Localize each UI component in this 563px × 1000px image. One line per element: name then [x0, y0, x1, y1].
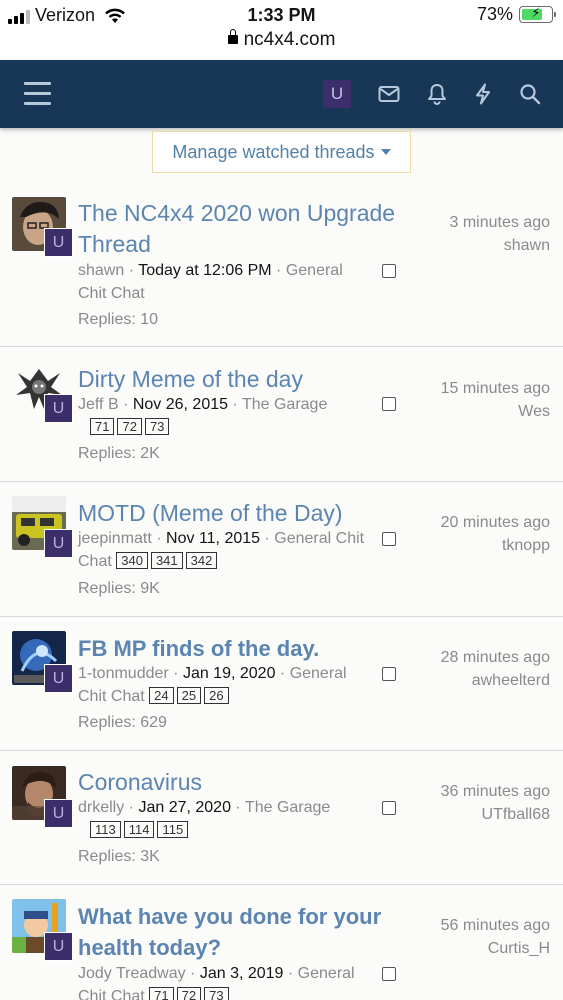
thread-replies: Replies: 629: [78, 714, 167, 731]
thread-row[interactable]: U Dirty Meme of the day Jeff B · Nov 26,…: [0, 347, 563, 482]
thread-replies: Replies: 9K: [78, 580, 160, 597]
thread-date[interactable]: Nov 26, 2015: [133, 396, 228, 413]
battery-icon: ⚡: [519, 5, 556, 23]
last-post-user[interactable]: shawn: [504, 237, 550, 255]
page-link[interactable]: 340: [116, 551, 148, 569]
thread-author[interactable]: 1-tonmudder: [78, 665, 169, 682]
thread-select-checkbox[interactable]: [382, 264, 396, 278]
thread-meta: Jeff B · Nov 26, 2015 · The Garage 71 72 7…: [78, 396, 328, 435]
last-post-user[interactable]: awheelterd: [472, 672, 550, 690]
battery-info: 73% ⚡: [476, 4, 556, 25]
site-navbar: U: [0, 60, 563, 128]
manage-watched-threads-button[interactable]: Manage watched threads: [152, 131, 411, 173]
thread-replies: Replies: 10: [78, 311, 159, 328]
last-post-user[interactable]: UTfball68: [482, 806, 550, 824]
page-link[interactable]: 113: [90, 820, 121, 838]
last-post-time[interactable]: 36 minutes ago: [441, 783, 550, 801]
thread-author[interactable]: jeepinmatt: [78, 530, 152, 547]
search-icon[interactable]: [519, 83, 541, 105]
bell-icon[interactable]: [427, 83, 447, 105]
thread-select-checkbox[interactable]: [382, 532, 396, 546]
thread-title[interactable]: Coronavirus: [78, 767, 408, 798]
caret-down-icon: [380, 149, 391, 155]
charging-icon: ⚡: [531, 5, 541, 20]
url-text: nc4x4.com: [243, 29, 336, 50]
participant-avatar[interactable]: U: [44, 529, 73, 558]
battery-percent: 73%: [476, 4, 513, 24]
status-bar: Verizon 1:33 PM nc4x4.com 73% ⚡: [0, 0, 563, 60]
last-post-time[interactable]: 3 minutes ago: [449, 214, 550, 232]
last-post-time[interactable]: 28 minutes ago: [441, 649, 550, 667]
participant-avatar[interactable]: U: [44, 932, 73, 961]
menu-icon[interactable]: [24, 82, 51, 106]
thread-author[interactable]: drkelly: [78, 799, 124, 816]
page-link[interactable]: 71: [90, 417, 115, 435]
page-link[interactable]: 341: [150, 551, 183, 569]
thread-title[interactable]: The NC4x4 2020 won Upgrade Thread: [78, 198, 408, 260]
thread-select-checkbox[interactable]: [382, 801, 396, 815]
page-link[interactable]: 25: [176, 686, 202, 704]
page-link[interactable]: 73: [144, 417, 170, 435]
last-post-user[interactable]: tknopp: [502, 537, 550, 555]
thread-meta: drkelly · Jan 27, 2020 · The Garage 113 1…: [78, 799, 331, 838]
page-link[interactable]: 71: [149, 986, 174, 1000]
last-post-time[interactable]: 15 minutes ago: [441, 380, 550, 398]
thread-row[interactable]: U Coronavirus drkelly · Jan 27, 2020 · T…: [0, 751, 563, 885]
thread-select-checkbox[interactable]: [382, 667, 396, 681]
thread-row[interactable]: U The NC4x4 2020 won Upgrade Thread shaw…: [0, 180, 563, 347]
thread-meta: shawn · Today at 12:06 PM · General Chit…: [78, 262, 343, 302]
thread-date[interactable]: Nov 11, 2015: [166, 530, 260, 547]
thread-select-checkbox[interactable]: [382, 397, 396, 411]
page-link[interactable]: 114: [123, 820, 155, 838]
mail-icon[interactable]: [378, 85, 400, 103]
thread-meta: 1-tonmudder · Jan 19, 2020 · General Chi…: [78, 665, 347, 705]
page-link[interactable]: 26: [204, 686, 229, 704]
thread-date[interactable]: Today at 12:06 PM: [138, 262, 271, 279]
manage-label: Manage watched threads: [172, 141, 375, 162]
page-link[interactable]: 342: [185, 551, 218, 569]
lock-icon: [227, 29, 238, 44]
thread-forum[interactable]: The Garage: [242, 396, 327, 413]
participant-avatar[interactable]: U: [44, 394, 73, 423]
page-link[interactable]: 115: [157, 820, 189, 838]
url-bar[interactable]: nc4x4.com: [0, 29, 563, 51]
thread-meta: Jody Treadway · Jan 3, 2019 · General Ch…: [78, 963, 368, 1000]
participant-avatar[interactable]: U: [44, 228, 73, 257]
user-avatar[interactable]: U: [323, 80, 351, 108]
thread-meta: jeepinmatt · Nov 11, 2015 · General Chit…: [78, 530, 365, 570]
participant-avatar[interactable]: U: [44, 664, 73, 693]
nav-actions: U: [323, 80, 541, 108]
thread-author[interactable]: shawn: [78, 262, 124, 279]
thread-row[interactable]: U FB MP finds of the day. 1-tonmudder · …: [0, 617, 563, 751]
page-link[interactable]: 72: [176, 986, 202, 1000]
bolt-icon[interactable]: [474, 83, 492, 105]
page-link[interactable]: 24: [149, 686, 174, 704]
thread-replies: Replies: 2K: [78, 445, 160, 462]
last-post-time[interactable]: 56 minutes ago: [441, 917, 550, 935]
thread-row[interactable]: U What have you done for your health tod…: [0, 885, 563, 1000]
thread-author[interactable]: Jeff B: [78, 396, 119, 413]
thread-title[interactable]: What have you done for your health today…: [78, 901, 408, 963]
thread-date[interactable]: Jan 3, 2019: [200, 965, 284, 982]
thread-select-checkbox[interactable]: [382, 967, 396, 981]
page-link[interactable]: 73: [204, 986, 229, 1000]
participant-avatar[interactable]: U: [44, 799, 73, 828]
thread-date[interactable]: Jan 19, 2020: [183, 665, 276, 682]
thread-title[interactable]: FB MP finds of the day.: [78, 633, 408, 664]
thread-title[interactable]: MOTD (Meme of the Day): [78, 498, 408, 529]
last-post-user[interactable]: Curtis_H: [488, 940, 550, 958]
last-post-user[interactable]: Wes: [518, 403, 550, 421]
last-post-time[interactable]: 20 minutes ago: [441, 514, 550, 532]
page-link[interactable]: 72: [117, 417, 142, 435]
thread-forum[interactable]: The Garage: [245, 799, 330, 816]
thread-date[interactable]: Jan 27, 2020: [138, 799, 231, 816]
thread-title[interactable]: Dirty Meme of the day: [78, 364, 408, 395]
thread-replies: Replies: 3K: [78, 848, 160, 865]
thread-row[interactable]: U MOTD (Meme of the Day) jeepinmatt · No…: [0, 482, 563, 617]
thread-author[interactable]: Jody Treadway: [78, 965, 186, 982]
